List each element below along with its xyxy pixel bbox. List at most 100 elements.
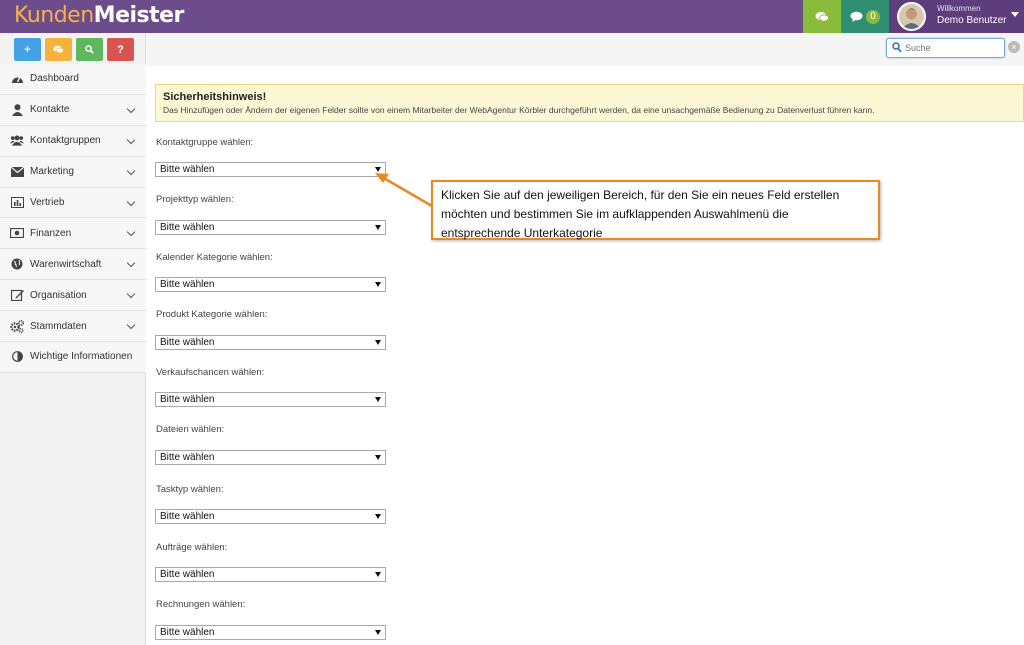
sidebar-item-kontakte[interactable]: Kontakte (0, 94, 146, 126)
sidebar-item-dashboard[interactable]: Dashboard (0, 64, 146, 95)
chevron-down-icon (126, 320, 136, 330)
username: Demo Benutzer (937, 15, 1007, 26)
chevron-down-icon (126, 259, 136, 268)
comment-icon (850, 11, 863, 22)
select-kalender-kategorie[interactable]: Bitte wählen (155, 277, 386, 292)
bar-chart-icon (10, 196, 24, 210)
chevron-down-icon (126, 104, 136, 114)
select-value: Bitte wählen (160, 337, 215, 348)
chat-icon (53, 45, 64, 54)
select-produkt-kategorie[interactable]: Bitte wählen (155, 335, 386, 350)
select-value: Bitte wählen (160, 627, 215, 638)
user-icon (10, 103, 24, 117)
sidebar-item-organisation[interactable]: Organisation (0, 280, 146, 312)
callout-arrow-icon (375, 173, 433, 208)
select-kontaktgruppe[interactable]: Bitte wählen (155, 162, 386, 177)
sidebar-item-stammdaten[interactable]: Stammdaten (0, 311, 146, 343)
dropdown-arrow-icon (375, 630, 381, 635)
select-auftraege[interactable]: Bitte wählen (155, 567, 386, 582)
field-label-kontaktgruppe: Kontaktgruppe wählen: (156, 137, 254, 148)
money-icon (10, 226, 24, 240)
users-icon (10, 134, 24, 148)
search-input[interactable] (905, 41, 1000, 55)
plus-icon: + (24, 43, 31, 56)
sidebar-item-label: Dashboard (30, 73, 79, 85)
search-icon (892, 42, 902, 53)
dropdown-arrow-icon (375, 572, 381, 577)
chevron-down-icon (126, 289, 136, 299)
app-logo[interactable]: KundenMeister (14, 2, 184, 30)
question-icon: ? (117, 43, 124, 56)
sidebar-item-label: Finanzen (30, 227, 72, 239)
select-projekttyp[interactable]: Bitte wählen (155, 220, 386, 235)
edit-icon (10, 288, 24, 302)
sidebar-item-finanzen[interactable]: Finanzen (0, 218, 146, 250)
select-value: Bitte wählen (160, 511, 215, 522)
select-verkaufschancen[interactable]: Bitte wählen (155, 392, 386, 407)
select-value: Bitte wählen (160, 164, 215, 175)
sidebar-item-label: Kontakte (30, 104, 70, 116)
chevron-down-icon (126, 135, 136, 145)
select-tasktyp[interactable]: Bitte wählen (155, 509, 386, 524)
security-warning: Sicherheitshinweis! Das Hinzufügen oder … (155, 84, 1024, 122)
avatar (897, 2, 926, 31)
sidebar-item-vertrieb[interactable]: Vertrieb (0, 187, 146, 219)
field-label-rechnungen: Rechnungen wählen: (156, 599, 246, 610)
chat-icon (815, 11, 829, 22)
sidebar-item-warenwirtschaft[interactable]: Warenwirtschaft (0, 249, 146, 281)
select-dateien[interactable]: Bitte wählen (155, 450, 386, 465)
chat-button[interactable] (803, 0, 841, 33)
messages-count-badge: 0 (866, 9, 880, 24)
select-value: Bitte wählen (160, 222, 215, 233)
envelope-icon (10, 165, 24, 179)
chevron-down-icon (126, 228, 136, 237)
sidebar-item-label: Kontaktgruppen (30, 135, 101, 147)
callout-line-3: entsprechende Unterkategorie (441, 226, 603, 240)
select-value: Bitte wählen (160, 394, 215, 405)
dashboard-icon (10, 72, 24, 86)
welcome-text: Willkommen (937, 4, 981, 13)
field-label-auftraege: Aufträge wählen: (156, 542, 228, 553)
sidebar: + ? Dashboard Kontakte Kontaktgruppen Ma… (0, 33, 146, 645)
field-label-dateien: Dateien wählen: (156, 424, 225, 435)
top-bar: KundenMeister 0 Willkommen Demo Benutzer (0, 0, 1024, 33)
select-value: Bitte wählen (160, 569, 215, 580)
logo-part2: Meister (93, 3, 185, 28)
user-menu[interactable]: Willkommen Demo Benutzer (889, 0, 1024, 33)
add-button[interactable]: + (14, 38, 41, 61)
logo-part1: Kunden (14, 3, 94, 28)
dropdown-arrow-icon (375, 455, 381, 460)
search-box[interactable] (886, 38, 1005, 58)
dropdown-arrow-icon (375, 340, 381, 345)
sidebar-item-label: Wichtige Informationen (30, 351, 133, 363)
field-label-verkaufschancen: Verkaufschancen wählen: (156, 367, 265, 378)
warning-text: Das Hinzufügen oder Ändern der eigenen F… (163, 105, 875, 115)
quick-actions: + ? (14, 38, 134, 61)
field-label-projekttyp: Projekttyp wählen: (156, 194, 234, 205)
quick-chat-button[interactable] (45, 38, 72, 61)
dropdown-arrow-icon (375, 225, 381, 230)
field-label-produkt-kategorie: Produkt Kategorie wählen: (156, 309, 268, 320)
clear-search-icon[interactable]: × (1008, 41, 1020, 53)
sidebar-item-kontaktgruppen[interactable]: Kontaktgruppen (0, 125, 146, 157)
help-button[interactable]: ? (107, 38, 134, 61)
sidebar-nav: Dashboard Kontakte Kontaktgruppen Market… (0, 64, 146, 373)
dropdown-arrow-icon (375, 282, 381, 287)
callout-line-1: Klicken Sie auf den jeweiligen Bereich, … (441, 188, 840, 202)
field-label-tasktyp: Tasktyp wählen: (156, 484, 224, 495)
select-value: Bitte wählen (160, 452, 215, 463)
quick-search-button[interactable] (76, 38, 103, 61)
messages-button[interactable]: 0 (841, 0, 889, 33)
field-label-kalender-kategorie: Kalender Kategorie wählen: (156, 252, 273, 263)
dropdown-arrow-icon (375, 514, 381, 519)
sidebar-item-label: Marketing (30, 166, 74, 178)
sidebar-item-marketing[interactable]: Marketing (0, 156, 146, 188)
cogs-icon (10, 319, 24, 333)
select-rechnungen[interactable]: Bitte wählen (155, 625, 386, 640)
chevron-down-icon (126, 166, 136, 175)
instruction-callout: Klicken Sie auf den jeweiligen Bereich, … (431, 180, 880, 240)
chevron-down-icon (126, 197, 136, 206)
dropdown-arrow-icon (375, 397, 381, 402)
globe-icon (10, 257, 24, 271)
sidebar-item-wichtige-informationen[interactable]: Wichtige Informationen (0, 342, 146, 373)
